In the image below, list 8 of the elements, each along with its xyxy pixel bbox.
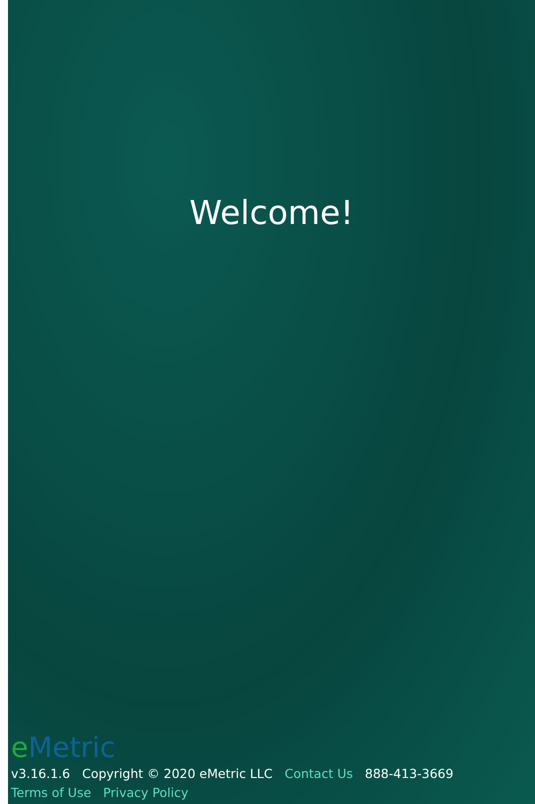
footer-link[interactable]: Terms of Use [11, 783, 92, 802]
footer-text: 888-413-3669 [364, 765, 454, 783]
footer-text: Copyright © 2020 eMetric LLC [82, 765, 273, 783]
welcome-heading: Welcome! [189, 192, 354, 234]
emetric-logo: eMetric [11, 734, 116, 762]
footer-text: v3.16.1.6 [11, 765, 70, 783]
footer-link[interactable]: Privacy Policy [103, 783, 188, 802]
footer-link[interactable]: Contact Us [284, 764, 353, 783]
